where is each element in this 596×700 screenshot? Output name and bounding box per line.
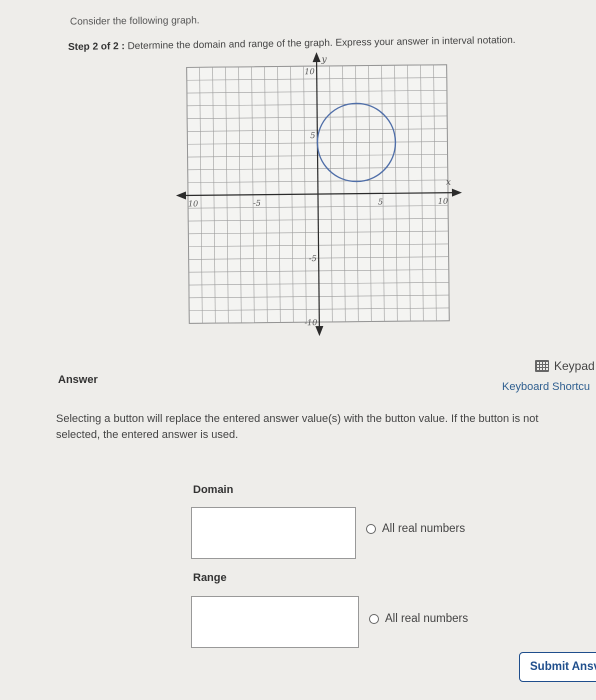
question-intro: Consider the following graph. bbox=[69, 15, 200, 28]
keypad-button[interactable]: Keypad bbox=[535, 359, 595, 373]
y-tick-label: 10 bbox=[304, 67, 314, 76]
range-all-real-numbers-option[interactable]: All real numbers bbox=[369, 613, 468, 625]
x-axis-label: x bbox=[446, 178, 451, 188]
submit-answer-button[interactable]: Submit Ansv bbox=[519, 652, 596, 682]
domain-option-label: All real numbers bbox=[382, 523, 466, 535]
domain-label: Domain bbox=[193, 484, 234, 496]
answer-instructions: Selecting a button will replace the ente… bbox=[56, 413, 539, 441]
domain-all-real-numbers-option[interactable]: All real numbers bbox=[366, 523, 465, 535]
coordinate-graph: 10 -5 5 10 10 5 -5 -10 x y bbox=[175, 52, 462, 337]
range-input[interactable] bbox=[191, 596, 359, 648]
step-label: Step 2 of 2 : bbox=[68, 41, 125, 53]
step-text: Determine the domain and range of the gr… bbox=[127, 34, 516, 53]
range-option-label: All real numbers bbox=[385, 613, 469, 625]
y-tick-label: 5 bbox=[310, 131, 315, 140]
x-tick-label: 5 bbox=[378, 197, 383, 206]
x-tick-label: -5 bbox=[253, 199, 261, 208]
keypad-icon bbox=[535, 360, 549, 372]
domain-radio-button[interactable] bbox=[366, 524, 376, 534]
y-axis-down-arrow-icon bbox=[315, 326, 324, 337]
y-axis-label: y bbox=[321, 55, 328, 65]
answer-heading: Answer bbox=[58, 374, 98, 386]
y-tick-label: -5 bbox=[309, 254, 317, 263]
x-axis-left-arrow-icon bbox=[175, 191, 187, 200]
y-axis-up-arrow-icon bbox=[312, 52, 321, 63]
keypad-label: Keypad bbox=[554, 359, 595, 373]
range-radio-button[interactable] bbox=[369, 614, 379, 624]
domain-input[interactable] bbox=[191, 507, 356, 559]
x-axis-right-arrow-icon bbox=[451, 188, 462, 197]
keyboard-shortcuts-link[interactable]: Keyboard Shortcu bbox=[502, 381, 590, 393]
x-tick-label: 10 bbox=[188, 199, 198, 208]
x-tick-label: 10 bbox=[438, 197, 448, 206]
range-label: Range bbox=[193, 572, 227, 584]
y-tick-label: -10 bbox=[304, 318, 317, 327]
